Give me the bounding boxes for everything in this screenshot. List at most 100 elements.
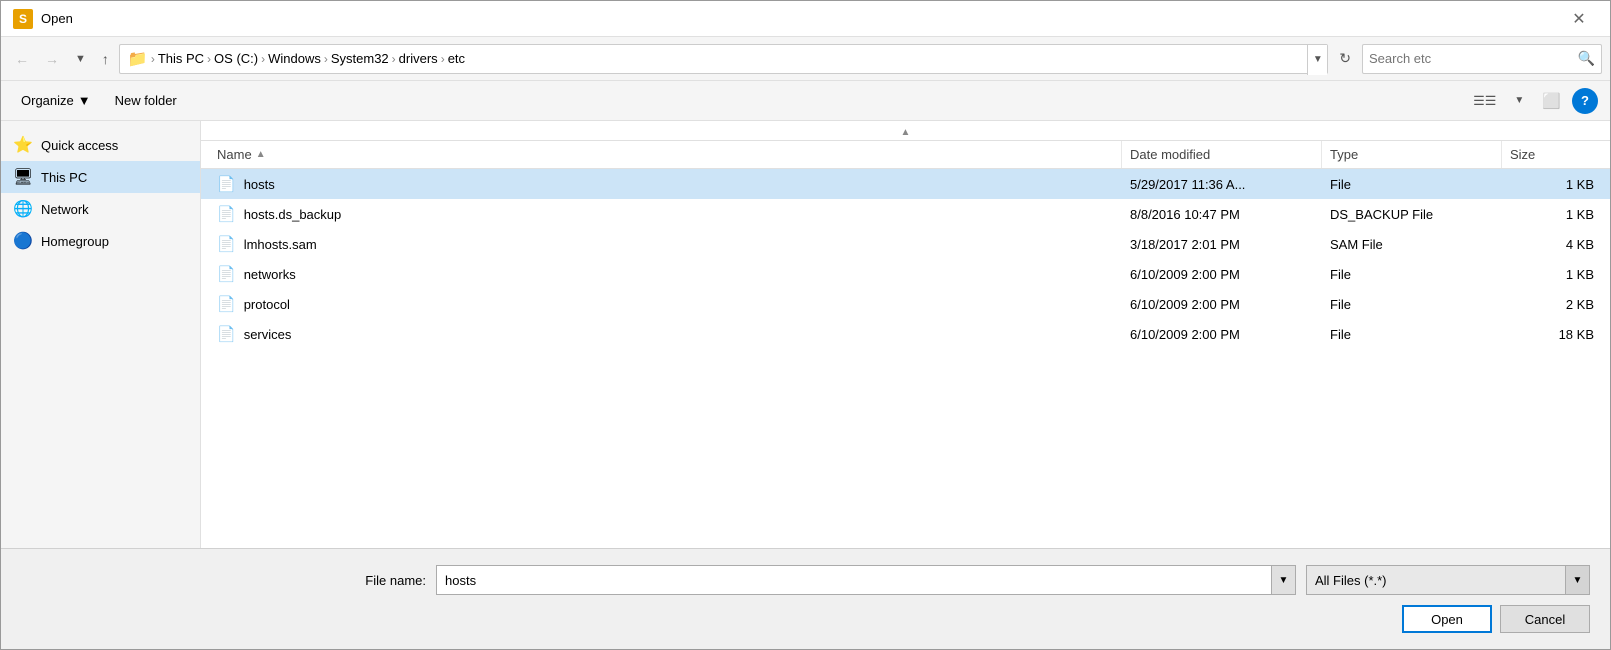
table-row[interactable]: 📄 hosts.ds_backup 8/8/2016 10:47 PM DS_B… <box>201 199 1610 229</box>
file-name: protocol <box>244 297 290 312</box>
file-icon: 📄 <box>217 265 236 283</box>
file-icon: 📄 <box>217 235 236 253</box>
file-date-cell: 6/10/2009 2:00 PM <box>1122 291 1322 318</box>
close-button[interactable]: ✕ <box>1556 4 1602 34</box>
toolbar: Organize ▼ New folder ☰☰ ▼ ⬜ ? <box>1 81 1610 121</box>
table-row[interactable]: 📄 networks 6/10/2009 2:00 PM File 1 KB <box>201 259 1610 289</box>
organize-button[interactable]: Organize ▼ <box>13 89 99 112</box>
file-name: lmhosts.sam <box>244 237 317 252</box>
file-icon: 📄 <box>217 205 236 223</box>
file-date-cell: 5/29/2017 11:36 A... <box>1122 171 1322 198</box>
sidebar-item-label-homegroup: Homegroup <box>41 234 109 249</box>
dialog-title: Open <box>41 11 73 26</box>
view-dropdown-button[interactable]: ▼ <box>1507 90 1531 111</box>
sort-indicator: ▲ <box>201 121 1610 141</box>
quick-access-icon: ⭐ <box>13 135 33 155</box>
file-name: services <box>244 327 292 342</box>
sidebar-item-homegroup[interactable]: 🔵 Homegroup <box>1 225 200 257</box>
file-name-cell: 📄 hosts.ds_backup <box>209 199 1122 229</box>
sidebar-item-this-pc[interactable]: 🖥 This PC <box>1 161 200 193</box>
file-name: hosts.ds_backup <box>244 207 342 222</box>
file-date-cell: 8/8/2016 10:47 PM <box>1122 201 1322 228</box>
search-box: 🔍 <box>1362 44 1602 74</box>
new-folder-button[interactable]: New folder <box>107 89 185 112</box>
file-date-cell: 3/18/2017 2:01 PM <box>1122 231 1322 258</box>
file-size-cell: 1 KB <box>1502 261 1602 288</box>
file-type-cell: File <box>1322 291 1502 318</box>
sort-icon: ▲ <box>256 149 266 160</box>
file-type-cell: File <box>1322 171 1502 198</box>
main-content: ⭐ Quick access 🖥 This PC 🌐 Network 🔵 Hom… <box>1 121 1610 548</box>
file-size-cell: 1 KB <box>1502 201 1602 228</box>
bottom-area: File name: ▼ All Files (*.*) ▼ Open Canc… <box>1 548 1610 649</box>
search-icon[interactable]: 🔍 <box>1578 50 1595 67</box>
col-size-label: Size <box>1510 147 1535 162</box>
folder-icon: 📁 <box>128 49 148 69</box>
sidebar-item-network[interactable]: 🌐 Network <box>1 193 200 225</box>
preview-pane-button[interactable]: ⬜ <box>1535 87 1568 115</box>
homegroup-icon: 🔵 <box>13 231 33 251</box>
file-date-cell: 6/10/2009 2:00 PM <box>1122 261 1322 288</box>
title-bar: S Open ✕ <box>1 1 1610 37</box>
col-name-label: Name <box>217 147 252 162</box>
address-dropdown-button[interactable]: ▼ <box>1307 45 1327 75</box>
search-input[interactable] <box>1369 51 1574 66</box>
table-row[interactable]: 📄 protocol 6/10/2009 2:00 PM File 2 KB <box>201 289 1610 319</box>
file-size-cell: 4 KB <box>1502 231 1602 258</box>
sidebar-item-quick-access[interactable]: ⭐ Quick access <box>1 129 200 161</box>
filetype-dropdown-button[interactable]: ▼ <box>1565 566 1589 594</box>
file-name-cell: 📄 hosts <box>209 169 1122 199</box>
list-view-button[interactable]: ☰☰ <box>1466 88 1503 114</box>
table-row[interactable]: 📄 lmhosts.sam 3/18/2017 2:01 PM SAM File… <box>201 229 1610 259</box>
back-button[interactable]: ← <box>9 47 35 71</box>
path-os: OS (C:) <box>214 51 258 66</box>
col-header-size[interactable]: Size <box>1502 141 1602 168</box>
address-path[interactable]: 📁 › This PC › OS (C:) › Windows › System… <box>119 44 1328 74</box>
help-button[interactable]: ? <box>1572 88 1598 114</box>
sidebar-item-label-network: Network <box>41 202 89 217</box>
cancel-button[interactable]: Cancel <box>1500 605 1590 633</box>
refresh-button[interactable]: ↻ <box>1332 45 1358 72</box>
recent-button[interactable]: ▼ <box>69 49 92 69</box>
path-windows: Windows <box>268 51 321 66</box>
this-pc-icon: 🖥 <box>13 167 33 187</box>
file-type-cell: File <box>1322 321 1502 348</box>
open-button[interactable]: Open <box>1402 605 1492 633</box>
filename-input[interactable] <box>437 566 1271 594</box>
file-size-cell: 1 KB <box>1502 171 1602 198</box>
filetype-select: All Files (*.*) ▼ <box>1306 565 1590 595</box>
col-header-name[interactable]: Name ▲ <box>209 141 1122 168</box>
path-system32: System32 <box>331 51 389 66</box>
file-icon: 📄 <box>217 295 236 313</box>
file-icon: 📄 <box>217 175 236 193</box>
file-area: ▲ Name ▲ Date modified Type Size <box>201 121 1610 548</box>
col-header-type[interactable]: Type <box>1322 141 1502 168</box>
file-name: networks <box>244 267 296 282</box>
file-name-cell: 📄 protocol <box>209 289 1122 319</box>
filename-row: File name: ▼ All Files (*.*) ▼ <box>21 565 1590 595</box>
col-type-label: Type <box>1330 147 1358 162</box>
filename-dropdown-button[interactable]: ▼ <box>1271 566 1295 594</box>
file-name: hosts <box>244 177 275 192</box>
path-drivers: drivers <box>399 51 438 66</box>
file-type-cell: SAM File <box>1322 231 1502 258</box>
sidebar-item-label-quick-access: Quick access <box>41 138 118 153</box>
open-dialog: S Open ✕ ← → ▼ ↑ 📁 › This PC › OS (C:) ›… <box>0 0 1611 650</box>
path-etc: etc <box>448 51 465 66</box>
table-row[interactable]: 📄 hosts 5/29/2017 11:36 A... File 1 KB <box>201 169 1610 199</box>
file-type-cell: File <box>1322 261 1502 288</box>
app-icon: S <box>13 9 33 29</box>
col-header-date[interactable]: Date modified <box>1122 141 1322 168</box>
organize-dropdown-icon: ▼ <box>78 93 91 108</box>
file-size-cell: 18 KB <box>1502 321 1602 348</box>
col-date-label: Date modified <box>1130 147 1210 162</box>
forward-button[interactable]: → <box>39 47 65 71</box>
file-date-cell: 6/10/2009 2:00 PM <box>1122 321 1322 348</box>
organize-label: Organize <box>21 93 74 108</box>
table-row[interactable]: 📄 services 6/10/2009 2:00 PM File 18 KB <box>201 319 1610 349</box>
file-type-cell: DS_BACKUP File <box>1322 201 1502 228</box>
file-size-cell: 2 KB <box>1502 291 1602 318</box>
file-name-cell: 📄 lmhosts.sam <box>209 229 1122 259</box>
up-button[interactable]: ↑ <box>96 47 115 71</box>
filename-input-wrap: ▼ <box>436 565 1296 595</box>
